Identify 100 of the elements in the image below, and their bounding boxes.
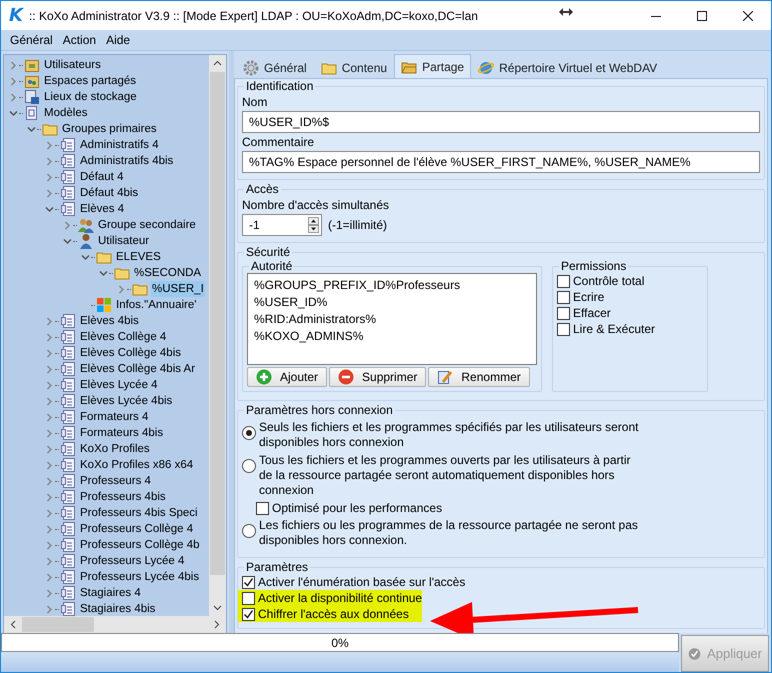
comment-field[interactable]: %TAG% Espace personnel de l'élève %USER_FIRST_NAME%, %USER_NAME%	[242, 151, 760, 173]
window-title: :: KoXo Administrator V3.9 :: [Mode Expert] LDAP : OU=KoXoAdm,DC=koxo,DC=lan	[28, 8, 479, 22]
globe-icon	[478, 60, 494, 76]
tree-item[interactable]: Administratifs 4bis	[79, 153, 174, 169]
menu-item[interactable]: Action	[58, 33, 102, 47]
tree-item[interactable]: Professeurs Lycée 4bis	[79, 569, 200, 585]
tree-item[interactable]: Formateurs 4	[79, 409, 150, 425]
tab[interactable]: Répertoire Virtuel et WebDAV	[471, 57, 664, 78]
tree-item[interactable]: Elèves 4	[79, 201, 126, 217]
disk-icon	[24, 89, 40, 105]
tab[interactable]: Contenu	[314, 57, 394, 78]
tree-item[interactable]: Elèves Lycée 4	[79, 377, 159, 393]
checkbox[interactable]	[242, 576, 255, 588]
scroll-down-icon[interactable]	[213, 605, 222, 611]
tree-item[interactable]: Professeurs 4	[79, 473, 152, 489]
tree-item[interactable]: Elèves Lycée 4bis	[79, 393, 174, 409]
tree-item[interactable]: %SECONDA	[133, 265, 202, 281]
tree-item[interactable]: Infos."Annuaire'	[115, 297, 198, 313]
number-field[interactable]: -1	[242, 214, 322, 236]
document-icon	[60, 409, 76, 425]
tree-item[interactable]: Stagiaires 4bis	[79, 601, 156, 617]
radio-button[interactable]	[242, 459, 256, 473]
group-title: Accès	[245, 182, 280, 196]
document-icon	[60, 185, 76, 201]
tree-item[interactable]: Professeurs Collège 4b	[79, 537, 201, 553]
tree-item[interactable]: ELEVES	[115, 249, 162, 265]
tree-item[interactable]: Elèves 4bis	[79, 313, 140, 329]
maximize-icon	[697, 10, 707, 20]
checkbox-label: Optimisé pour les performances	[272, 501, 442, 515]
tree-item[interactable]: Administratifs 4	[79, 137, 160, 153]
tree-item[interactable]: Elèves Collège 4	[79, 329, 168, 345]
checkbox[interactable]	[557, 290, 570, 304]
tree-item[interactable]: Défaut 4bis	[79, 185, 140, 201]
document-icon	[60, 473, 76, 489]
tree-item[interactable]: Utilisateurs	[43, 57, 102, 73]
tree-item[interactable]: Professeurs Lycée 4	[79, 553, 186, 569]
tree-item[interactable]: Professeurs Collège 4	[79, 521, 194, 537]
checkbox-label: Effacer	[573, 306, 611, 320]
document-icon	[60, 329, 76, 345]
name-field[interactable]: %USER_ID%$	[242, 111, 760, 133]
list-item[interactable]: %GROUPS_PREFIX_ID%Professeurs	[254, 277, 530, 294]
menu-item[interactable]: Aide	[101, 33, 136, 47]
list-item[interactable]: %USER_ID%	[254, 294, 530, 311]
users-icon	[78, 217, 94, 233]
document-icon	[60, 345, 76, 361]
tree-item[interactable]: Lieux de stockage	[43, 89, 138, 105]
radio-button[interactable]	[242, 426, 256, 440]
tree-item[interactable]: KoXo Profiles x86 x64	[79, 457, 194, 473]
tree-item[interactable]: Stagiaires 4	[79, 585, 142, 601]
tree-item[interactable]: KoXo Profiles	[79, 441, 151, 457]
tree-item[interactable]: Professeurs 4bis Speci	[79, 505, 199, 521]
menu-item[interactable]: Général	[5, 33, 58, 47]
document-icon	[60, 393, 76, 409]
document-icon	[60, 505, 76, 521]
list-item[interactable]: %RID:Administrators%	[254, 311, 530, 328]
document-icon	[60, 601, 76, 617]
tree-item[interactable]: Défaut 4	[79, 169, 124, 185]
document-icon	[60, 361, 76, 377]
checkbox[interactable]	[242, 592, 255, 604]
checkbox-label: Chiffrer l'accès aux données	[258, 607, 409, 621]
field-label: Nom	[242, 95, 268, 109]
document-icon	[60, 569, 76, 585]
list-item[interactable]: %KOXO_ADMINS%	[254, 328, 530, 345]
tree-item[interactable]: Espaces partagés	[43, 73, 138, 89]
tree-item[interactable]: Elèves Collège 4bis	[79, 345, 182, 361]
tree-item[interactable]: Modèles	[43, 105, 88, 121]
scroll-left-icon[interactable]	[10, 620, 16, 629]
action-button[interactable]: Supprimer	[329, 367, 426, 387]
checkbox[interactable]	[557, 322, 570, 336]
tree-item[interactable]: Groupe secondaire	[97, 217, 197, 233]
tab[interactable]: Général	[236, 57, 314, 78]
vertical-scrollbar[interactable]	[209, 55, 226, 616]
tree-item[interactable]: Groupes primaires	[61, 121, 158, 137]
app-logo: K	[9, 5, 23, 26]
document-icon	[60, 425, 76, 441]
tab[interactable]: Partage	[394, 54, 472, 78]
tree-item[interactable]: Professeurs 4bis	[79, 489, 167, 505]
checkbox[interactable]	[256, 502, 269, 514]
spin-down-icon[interactable]	[308, 225, 319, 233]
tree-item[interactable]: Formateurs 4bis	[79, 425, 164, 441]
scroll-up-icon[interactable]	[213, 60, 222, 66]
action-button[interactable]: Renommer	[428, 367, 530, 387]
document-icon	[60, 441, 76, 457]
group-title: Identification	[245, 79, 314, 93]
checkbox[interactable]	[557, 306, 570, 320]
action-button[interactable]: Ajouter	[247, 367, 328, 387]
tree-item[interactable]: %USER_I	[151, 281, 205, 297]
checkbox[interactable]	[242, 608, 255, 620]
field-label: Nombre d'accès simultanés	[242, 198, 390, 212]
horizontal-scrollbar[interactable]	[4, 616, 226, 633]
tree-item[interactable]: Elèves Collège 4bis Ar	[79, 361, 196, 377]
tree-item[interactable]: Utilisateur	[97, 233, 150, 249]
radio-button[interactable]	[242, 524, 256, 538]
scroll-right-icon[interactable]	[214, 620, 220, 629]
checkbox-label: Activer la disponibilité continue	[258, 591, 422, 605]
document-icon	[60, 553, 76, 569]
spin-up-icon[interactable]	[308, 217, 319, 225]
document-icon	[60, 201, 76, 217]
pencil-icon	[437, 369, 454, 385]
checkbox[interactable]	[557, 274, 570, 288]
